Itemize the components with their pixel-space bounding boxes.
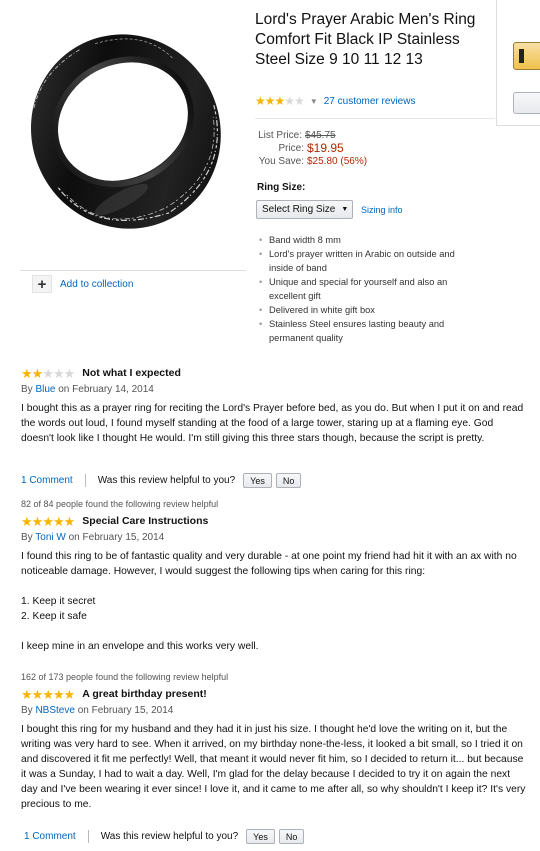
star-filled-icon: ★ (255, 94, 266, 108)
star-filled-icon: ★ (63, 687, 76, 702)
review-paragraph: 1. Keep it secret 2. Keep it safe (21, 596, 96, 622)
review-rating-stars: ★ ★ ★ ★ ★ (21, 514, 76, 529)
comments-link[interactable]: 1 Comment (21, 475, 73, 486)
review-date: on February 15, 2014 (68, 532, 165, 543)
helpful-yes-button[interactable]: Yes (243, 473, 272, 488)
review-body: I bought this ring for my husband and th… (21, 722, 526, 812)
star-filled-icon: ★ (42, 687, 54, 702)
review: 162 of 173 people found the following re… (21, 670, 526, 812)
by-prefix: By (21, 532, 33, 543)
review-author-link[interactable]: Toni W (35, 532, 66, 543)
by-prefix: By (21, 705, 33, 716)
feature-bullet: Band width 8 mm (259, 233, 479, 247)
review-title[interactable]: Special Care Instructions (82, 514, 208, 529)
image-divider (20, 270, 246, 271)
add-to-collection-link[interactable]: Add to collection (60, 279, 133, 290)
star-empty-icon: ★ (52, 366, 65, 381)
helpful-no-button[interactable]: No (275, 473, 302, 488)
feature-bullets: Band width 8 mm Lord's prayer written in… (259, 233, 479, 345)
review-footer: 1 Comment Was this review helpful to you… (24, 829, 308, 844)
review-byline: By Toni W on February 15, 2014 (21, 530, 526, 545)
review-date: on February 14, 2014 (58, 384, 154, 395)
helpful-question: Was this review helpful to you? (100, 831, 239, 842)
comments-link[interactable]: 1 Comment (24, 831, 76, 842)
review-title[interactable]: A great birthday present! (82, 687, 206, 702)
star-filled-icon: ★ (31, 514, 44, 529)
feature-bullet: Delivered in white gift box (259, 303, 479, 317)
helpful-count: 82 of 84 people found the following revi… (21, 499, 219, 509)
review-body: I found this ring to be of fantastic qua… (21, 549, 526, 654)
review-author-link[interactable]: NBSteve (35, 705, 74, 716)
divider (84, 474, 86, 487)
product-image-ring[interactable] (18, 10, 230, 246)
rating-stars[interactable]: ★ ★ ★ ★ ★ (255, 94, 305, 108)
ring-size-label: Ring Size: (257, 182, 306, 193)
you-save-label: You Save: (258, 156, 304, 167)
review-paragraph: I keep mine in an envelope and this work… (21, 641, 259, 652)
sizing-info-link[interactable]: Sizing info (361, 205, 403, 215)
review-paragraph: I bought this ring for my husband and th… (21, 724, 526, 810)
star-filled-icon: ★ (63, 514, 76, 529)
price-value: $19.95 (307, 141, 344, 155)
ring-size-select-value: Select Ring Size (262, 204, 336, 215)
plus-icon[interactable]: + (32, 275, 52, 293)
review-date: on February 15, 2014 (77, 705, 174, 716)
you-save-value: $25.80 (56%) (307, 156, 368, 167)
star-filled-icon: ★ (264, 94, 276, 108)
star-filled-icon: ★ (274, 94, 286, 108)
buy-box-partial (496, 0, 540, 126)
star-empty-icon: ★ (42, 366, 54, 381)
review: 82 of 84 people found the following revi… (21, 497, 526, 654)
list-price-label: List Price: (258, 130, 302, 141)
helpful-count: 162 of 173 people found the following re… (21, 672, 229, 682)
star-filled-icon: ★ (52, 514, 65, 529)
add-to-cart-button[interactable] (513, 42, 540, 70)
review-title[interactable]: Not what I expected (82, 366, 181, 381)
add-to-collection[interactable]: + Add to collection (32, 275, 133, 293)
divider (255, 118, 495, 119)
star-filled-icon: ★ (21, 687, 33, 702)
review-rating-stars: ★ ★ ★ ★ ★ (21, 687, 76, 702)
by-prefix: By (21, 384, 33, 395)
star-empty-icon: ★ (63, 366, 76, 381)
product-rating[interactable]: ★ ★ ★ ★ ★ ▼ 27 customer reviews (255, 94, 415, 108)
feature-bullet: Unique and special for yourself and also… (259, 275, 479, 303)
review-rating-stars: ★ ★ ★ ★ ★ (21, 366, 76, 381)
ring-size-select[interactable]: Select Ring Size ▼ (256, 200, 353, 219)
product-title: Lord's Prayer Arabic Men's Ring Comfort … (255, 11, 476, 68)
review-paragraph: I found this ring to be of fantastic qua… (21, 551, 517, 577)
divider (87, 830, 89, 843)
star-filled-icon: ★ (52, 687, 65, 702)
star-empty-icon: ★ (284, 94, 295, 108)
star-empty-icon: ★ (294, 94, 305, 108)
review-footer: 1 Comment Was this review helpful to you… (21, 473, 305, 488)
chevron-down-icon: ▼ (341, 206, 349, 213)
review-byline: By Blue on February 14, 2014 (21, 382, 526, 397)
feature-bullet: Lord's prayer written in Arabic on outsi… (259, 247, 479, 275)
review-body: I bought this as a prayer ring for recit… (21, 401, 526, 446)
review-byline: By NBSteve on February 15, 2014 (21, 703, 526, 718)
chevron-down-icon[interactable]: ▼ (310, 97, 318, 106)
price-label: Price: (278, 143, 304, 154)
review-paragraph: I bought this as a prayer ring for recit… (21, 403, 524, 444)
star-filled-icon: ★ (21, 514, 33, 529)
star-filled-icon: ★ (31, 366, 44, 381)
star-filled-icon: ★ (21, 366, 33, 381)
feature-bullet: Stainless Steel ensures lasting beauty a… (259, 317, 479, 345)
helpful-no-button[interactable]: No (278, 829, 305, 844)
customer-reviews-link[interactable]: 27 customer reviews (324, 96, 416, 107)
helpful-question: Was this review helpful to you? (97, 475, 236, 486)
star-filled-icon: ★ (31, 687, 44, 702)
buy-box-secondary-button[interactable] (513, 92, 540, 114)
helpful-yes-button[interactable]: Yes (246, 829, 275, 844)
price-block: List Price: $45.75 Price: $19.95 You Sav… (255, 129, 367, 168)
review-author-link[interactable]: Blue (35, 384, 55, 395)
star-filled-icon: ★ (42, 514, 54, 529)
review: ★ ★ ★ ★ ★ Not what I expected By Blue on Feb… (21, 366, 526, 446)
